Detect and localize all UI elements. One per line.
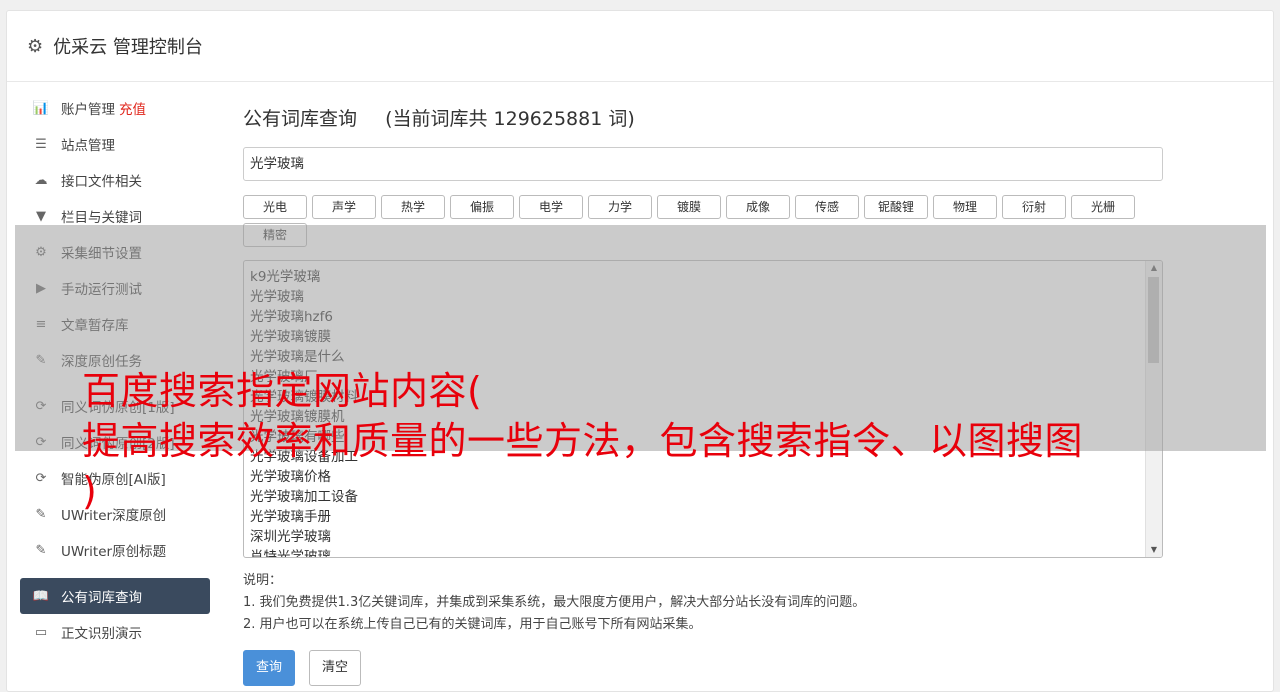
sidebar-item-label: 账户管理: [61, 102, 115, 118]
scroll-down-arrow-icon[interactable]: ▼: [1146, 543, 1162, 557]
tag-button[interactable]: 铌酸锂: [864, 195, 928, 219]
page-title: 优采云 管理控制台: [53, 37, 203, 58]
sidebar-item[interactable]: ☁ 接口文件相关: [20, 162, 210, 198]
monitor-icon: ▭: [34, 624, 48, 640]
notes-title: 说明：: [243, 573, 283, 588]
section-heading: 公有词库查询 (当前词库共 129625881 词): [243, 104, 1163, 131]
sidebar-item[interactable]: ▭ 正文识别演示: [20, 614, 210, 650]
heading-title: 公有词库查询: [243, 108, 358, 130]
filter-icon: ▼: [36, 208, 46, 224]
notes-section: 说明： 1. 我们免费提供1.3亿关键词库，并集成到采集系统，最大限度方便用户，…: [243, 570, 1163, 636]
tag-button[interactable]: 电学: [519, 195, 583, 219]
refresh-icon: ⟳: [35, 470, 47, 486]
sidebar-item-label: UWriter原创标题: [61, 544, 167, 560]
sidebar-item-label: 栏目与关键词: [61, 210, 142, 226]
edit-icon: ✎: [35, 542, 47, 558]
overlay-caption: 百度搜索指定网站内容( 提高搜索效率和质量的一些方法，包含搜索指令、以图搜图 ): [82, 366, 1232, 516]
overlay-line-1: 百度搜索指定网站内容(: [82, 369, 483, 413]
list-item[interactable]: 深圳光学玻璃: [250, 527, 1162, 547]
overlay-line-3: ): [82, 469, 98, 513]
edit-icon: ✎: [35, 506, 47, 522]
bar-chart-icon: 📊: [32, 100, 50, 116]
gear-icon: ⚙: [27, 35, 44, 57]
sidebar-item-label: 正文识别演示: [61, 626, 142, 642]
tag-button[interactable]: 声学: [312, 195, 376, 219]
action-buttons: 查询 清空: [243, 650, 1163, 686]
list-item[interactable]: 肖特光学玻璃: [250, 547, 1162, 557]
sidebar-item-label: 公有词库查询: [61, 590, 142, 606]
sidebar-item[interactable]: 📖 公有词库查询: [20, 578, 210, 614]
overlay-line-2: 提高搜索效率和质量的一些方法，包含搜索指令、以图搜图: [82, 419, 1084, 463]
tag-button[interactable]: 热学: [381, 195, 445, 219]
tag-button[interactable]: 物理: [933, 195, 997, 219]
sidebar-item[interactable]: ✎ UWriter原创标题: [20, 532, 210, 568]
word-count: (当前词库共 129625881 词): [385, 108, 635, 130]
sidebar-item-label: 站点管理: [61, 138, 115, 154]
page-header: ⚙ 优采云 管理控制台: [7, 11, 1273, 82]
tag-button[interactable]: 镀膜: [657, 195, 721, 219]
book-icon: 📖: [32, 588, 50, 604]
note-line: 1. 我们免费提供1.3亿关键词库，并集成到采集系统，最大限度方便用户，解决大部…: [243, 595, 866, 610]
tag-button[interactable]: 衍射: [1002, 195, 1066, 219]
server-icon: ☰: [35, 136, 47, 152]
sidebar-item-label: 接口文件相关: [61, 174, 142, 190]
tag-button[interactable]: 成像: [726, 195, 790, 219]
query-button[interactable]: 查询: [243, 650, 296, 686]
sidebar-item[interactable]: 📊 账户管理 充值: [20, 90, 210, 126]
tag-button[interactable]: 光栅: [1071, 195, 1135, 219]
tag-button[interactable]: 传感: [795, 195, 859, 219]
tag-button[interactable]: 偏振: [450, 195, 514, 219]
tag-button[interactable]: 力学: [588, 195, 652, 219]
recharge-link[interactable]: 充值: [119, 98, 146, 118]
tag-button[interactable]: 光电: [243, 195, 307, 219]
cloud-upload-icon: ☁: [34, 172, 48, 188]
note-line: 2. 用户也可以在系统上传自己已有的关键词库，用于自己账号下所有网站采集。: [243, 617, 702, 632]
clear-button[interactable]: 清空: [309, 650, 362, 686]
sidebar-item[interactable]: ☰ 站点管理: [20, 126, 210, 162]
keyword-search-input[interactable]: 光学玻璃: [243, 147, 1163, 181]
